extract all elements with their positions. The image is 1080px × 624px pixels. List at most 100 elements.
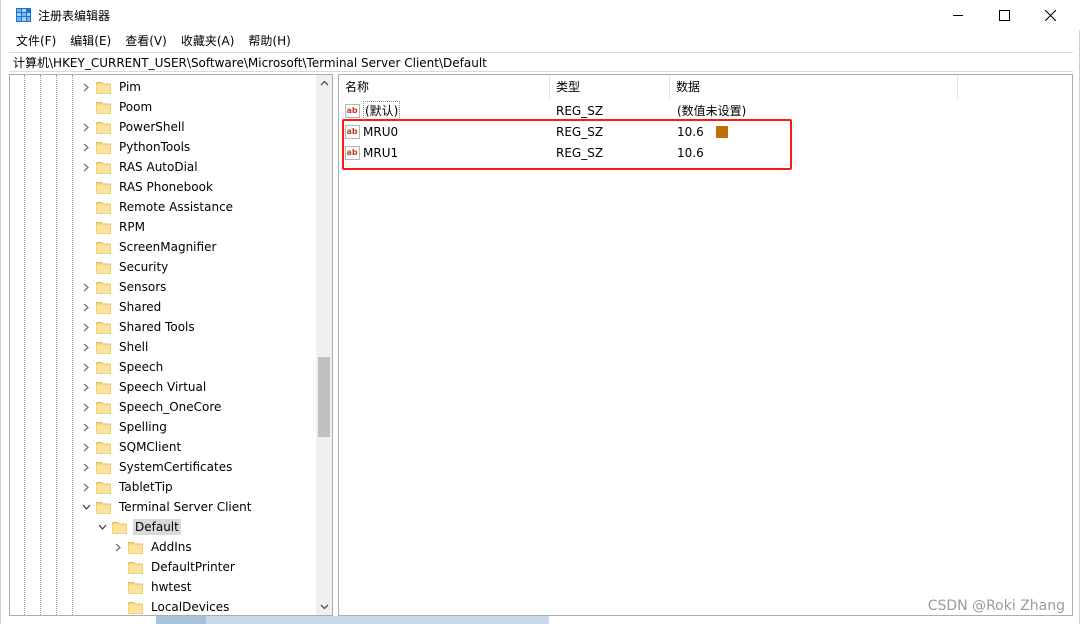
tree-item-label: TabletTip xyxy=(119,480,173,494)
chevron-right-icon[interactable] xyxy=(80,277,92,297)
tree-item[interactable]: Sensors xyxy=(80,277,168,297)
chevron-right-icon[interactable] xyxy=(80,137,92,157)
folder-icon xyxy=(128,562,143,574)
value-type: REG_SZ xyxy=(556,124,604,139)
tree-item[interactable]: Shared Tools xyxy=(80,317,197,337)
tree-item[interactable]: TabletTip xyxy=(80,477,175,497)
title-bar: 注册表编辑器 xyxy=(1,0,1080,30)
value-row-default[interactable]: ab (默认) REG_SZ (数值未设置) xyxy=(339,100,959,121)
chevron-right-icon[interactable] xyxy=(80,297,92,317)
menu-favorites[interactable]: 收藏夹(A) xyxy=(174,31,242,51)
tree-item[interactable]: SQMClient xyxy=(80,437,183,457)
registry-editor-window: 注册表编辑器 文件(F) 编辑(E) 查看(V) 收藏夹(A) 帮助(H) 计算… xyxy=(0,0,1080,624)
chevron-right-icon[interactable] xyxy=(80,357,92,377)
tree-item[interactable]: Security xyxy=(80,257,170,277)
tree-item[interactable]: Default xyxy=(96,517,181,537)
folder-icon xyxy=(96,122,111,134)
chevron-right-icon[interactable] xyxy=(112,537,124,557)
value-row-mru1[interactable]: ab MRU1 REG_SZ 10.6 xyxy=(339,142,959,163)
svg-text:ab: ab xyxy=(347,127,358,136)
folder-icon xyxy=(96,362,111,374)
tree-item[interactable]: hwtest xyxy=(112,577,193,597)
tree-item-label: LocalDevices xyxy=(151,600,230,614)
value-row-mru0[interactable]: ab MRU0 REG_SZ 10.6 xyxy=(339,121,959,142)
column-header-data[interactable]: 数据 xyxy=(670,75,958,99)
chevron-right-icon[interactable] xyxy=(80,157,92,177)
window-title: 注册表编辑器 xyxy=(38,9,111,23)
tree-item-label: SQMClient xyxy=(119,440,182,454)
chevron-right-icon[interactable] xyxy=(80,377,92,397)
chevron-right-icon[interactable] xyxy=(80,117,92,137)
tree-item-label: RAS AutoDial xyxy=(119,160,198,174)
value-type: REG_SZ xyxy=(556,103,604,118)
tree-item[interactable]: Shared xyxy=(80,297,163,317)
tree-item[interactable]: Speech Virtual xyxy=(80,377,208,397)
reg-sz-icon: ab xyxy=(345,145,360,160)
tree-item-label: RAS Phonebook xyxy=(119,180,213,194)
menu-help[interactable]: 帮助(H) xyxy=(241,31,297,51)
scroll-thumb[interactable] xyxy=(318,357,330,437)
chevron-right-icon[interactable] xyxy=(80,477,92,497)
tree-item[interactable]: Speech_OneCore xyxy=(80,397,223,417)
tree-item[interactable]: LocalDevices xyxy=(112,597,231,615)
registry-key-tree[interactable]: Pim Poom PowerShell PythonTools RAS AutoDial… xyxy=(9,74,333,616)
tree-item[interactable]: SystemCertificates xyxy=(80,457,234,477)
tree-item[interactable]: Speech xyxy=(80,357,165,377)
chevron-right-icon[interactable] xyxy=(80,417,92,437)
chevron-right-icon[interactable] xyxy=(80,77,92,97)
tree-item[interactable]: AddIns xyxy=(112,537,194,557)
folder-icon xyxy=(96,382,111,394)
background-window-sliver xyxy=(206,616,549,624)
tree-item-label: Shell xyxy=(119,340,149,354)
folder-icon xyxy=(96,402,111,414)
tree-item[interactable]: Remote Assistance xyxy=(80,197,235,217)
tree-item-label: SystemCertificates xyxy=(119,460,233,474)
registry-values-list[interactable]: 名称 类型 数据 ab (默认) REG_SZ (数值未设置) ab MRU0 … xyxy=(338,74,1073,616)
chevron-right-icon[interactable] xyxy=(80,457,92,477)
tree-item-label: ScreenMagnifier xyxy=(119,240,217,254)
minimize-button[interactable] xyxy=(935,0,981,30)
tree-item-label: PowerShell xyxy=(119,120,185,134)
value-data: 10.6 xyxy=(677,145,704,160)
chevron-right-icon[interactable] xyxy=(80,397,92,417)
tree-item[interactable]: Poom xyxy=(80,97,154,117)
menu-edit[interactable]: 编辑(E) xyxy=(63,31,118,51)
folder-icon xyxy=(96,222,111,234)
maximize-icon xyxy=(998,9,1010,21)
menu-view[interactable]: 查看(V) xyxy=(118,31,174,51)
menu-file[interactable]: 文件(F) xyxy=(9,31,63,51)
tree-item-label: Pim xyxy=(119,80,141,94)
tree-item-label: Security xyxy=(119,260,169,274)
address-bar[interactable]: 计算机\HKEY_CURRENT_USER\Software\Microsoft… xyxy=(9,52,1073,72)
tree-item[interactable]: PowerShell xyxy=(80,117,187,137)
chevron-right-icon[interactable] xyxy=(80,317,92,337)
tree-item[interactable]: Spelling xyxy=(80,417,169,437)
column-header-name[interactable]: 名称 xyxy=(339,75,550,99)
close-button[interactable] xyxy=(1027,0,1073,30)
tree-item[interactable]: RAS Phonebook xyxy=(80,177,215,197)
tree-scrollbar[interactable] xyxy=(316,75,332,615)
chevron-right-icon[interactable] xyxy=(80,437,92,457)
tree-item[interactable]: ScreenMagnifier xyxy=(80,237,218,257)
scroll-down-button[interactable] xyxy=(316,599,332,615)
tree-item[interactable]: DefaultPrinter xyxy=(112,557,237,577)
chevron-down-icon[interactable] xyxy=(80,497,92,517)
column-header-type[interactable]: 类型 xyxy=(550,75,670,99)
scroll-up-button[interactable] xyxy=(316,75,332,91)
tree-guide-line xyxy=(24,75,25,615)
tree-item-label: DefaultPrinter xyxy=(151,560,235,574)
tree-item[interactable]: Shell xyxy=(80,337,150,357)
tree-item[interactable]: RAS AutoDial xyxy=(80,157,200,177)
tree-guide-line xyxy=(40,75,41,615)
tree-item[interactable]: Terminal Server Client xyxy=(80,497,253,517)
tree-item[interactable]: RPM xyxy=(80,217,147,237)
tree-item[interactable]: Pim xyxy=(80,77,143,97)
tree-item[interactable]: PythonTools xyxy=(80,137,192,157)
chevron-right-icon[interactable] xyxy=(80,337,92,357)
maximize-button[interactable] xyxy=(981,0,1027,30)
chevron-down-icon[interactable] xyxy=(96,517,108,537)
folder-icon xyxy=(96,102,111,114)
